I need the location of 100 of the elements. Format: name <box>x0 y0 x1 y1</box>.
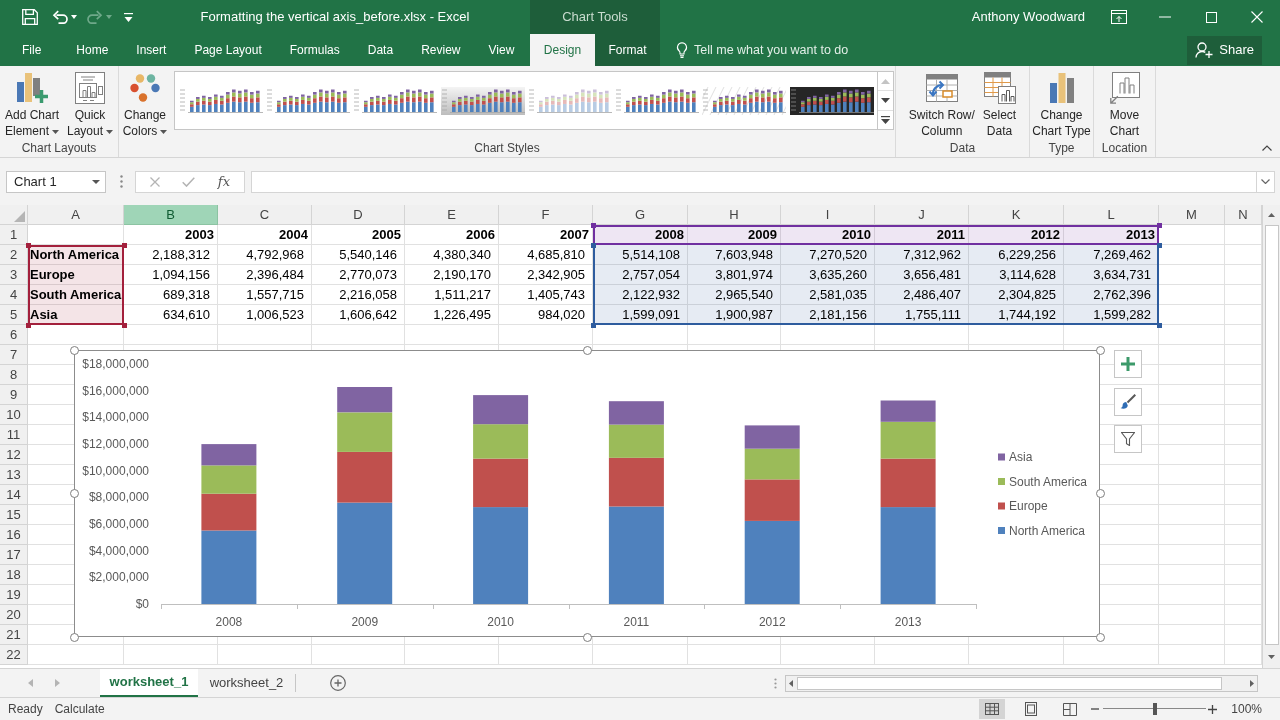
range-handle[interactable] <box>121 322 127 328</box>
chart-style-thumbnail-icon[interactable] <box>353 86 438 115</box>
sheet-tab[interactable]: worksheet_1 <box>100 669 198 697</box>
quick-layout-button[interactable]: Quick Layout <box>64 71 117 139</box>
row-header[interactable]: 15 <box>0 505 28 525</box>
ribbon-tab[interactable]: Home <box>62 34 123 66</box>
row-header[interactable]: 5 <box>0 305 28 325</box>
resize-handle[interactable] <box>1096 633 1105 642</box>
scroll-right-arrow-icon[interactable] <box>1250 679 1254 687</box>
range-handle[interactable] <box>25 242 31 248</box>
scroll-down-arrow-icon[interactable] <box>1268 655 1275 659</box>
row-header[interactable]: 4 <box>0 285 28 305</box>
column-header[interactable]: E <box>405 205 499 225</box>
row-header[interactable]: 7 <box>0 345 28 365</box>
resize-handle[interactable] <box>70 489 79 498</box>
column-header[interactable]: N <box>1225 205 1262 225</box>
ribbon-tab[interactable]: Design <box>530 34 595 66</box>
maximize-icon[interactable] <box>1205 11 1217 23</box>
resize-handle[interactable] <box>1096 346 1105 355</box>
row-header[interactable]: 16 <box>0 525 28 545</box>
column-header[interactable]: G <box>593 205 688 225</box>
row-header[interactable]: 14 <box>0 485 28 505</box>
save-icon[interactable] <box>22 9 38 25</box>
resize-handle[interactable] <box>70 633 79 642</box>
row-header[interactable]: 8 <box>0 365 28 385</box>
row-header[interactable]: 21 <box>0 625 28 645</box>
row-header[interactable]: 19 <box>0 585 28 605</box>
zoom-slider-thumb[interactable] <box>1152 703 1157 715</box>
chart-style-thumbnail-icon[interactable] <box>615 86 700 115</box>
range-handle[interactable] <box>1156 242 1162 248</box>
chart-elements-button[interactable] <box>1114 350 1142 378</box>
dropdown-caret-icon[interactable] <box>71 15 77 19</box>
column-header[interactable]: H <box>688 205 781 225</box>
ribbon-tab[interactable]: Insert <box>122 34 181 66</box>
resize-handle[interactable] <box>1096 489 1105 498</box>
collapse-ribbon-icon[interactable] <box>1262 145 1272 151</box>
grip-dots-icon[interactable] <box>774 677 777 689</box>
switch-row-column-button[interactable]: Switch Row/ Column <box>905 71 978 139</box>
zoom-in-icon[interactable] <box>1208 704 1218 714</box>
row-header[interactable]: 6 <box>0 325 28 345</box>
ribbon-tab[interactable]: Format <box>595 34 660 66</box>
scrollbar-thumb[interactable] <box>1264 225 1279 645</box>
row-header[interactable]: 3 <box>0 265 28 285</box>
row-header[interactable]: 22 <box>0 645 28 665</box>
row-header[interactable]: 2 <box>0 245 28 265</box>
ribbon-display-options-icon[interactable] <box>1111 10 1127 24</box>
ribbon-tab[interactable]: File <box>8 34 63 66</box>
chart-style-thumbnail-icon[interactable] <box>266 86 351 115</box>
chart-style-thumbnail-icon[interactable] <box>702 86 787 115</box>
range-handle[interactable] <box>25 322 31 328</box>
scrollbar-thumb[interactable] <box>797 676 1222 690</box>
ribbon-tab[interactable]: Review <box>407 34 475 66</box>
column-header[interactable]: L <box>1064 205 1159 225</box>
share-button[interactable]: Share <box>1187 35 1262 65</box>
chart-style-thumbnail-icon[interactable] <box>527 86 612 115</box>
name-box[interactable]: Chart 1 <box>6 170 106 193</box>
range-handle[interactable] <box>121 242 127 248</box>
select-data-button[interactable]: Select Data <box>979 71 1020 139</box>
column-header[interactable]: I <box>781 205 875 225</box>
resize-handle[interactable] <box>70 346 79 355</box>
chart-style-thumbnail-icon[interactable] <box>440 86 525 115</box>
row-header[interactable]: 10 <box>0 405 28 425</box>
chart-style-thumbnail-icon[interactable] <box>789 86 874 115</box>
range-handle[interactable] <box>590 242 596 248</box>
normal-view-button[interactable] <box>979 699 1006 719</box>
column-header[interactable]: D <box>312 205 405 225</box>
customize-toolbar-icon[interactable] <box>124 12 133 22</box>
dropdown-caret-icon[interactable] <box>160 129 168 134</box>
range-handle[interactable] <box>590 322 596 328</box>
row-header[interactable]: 20 <box>0 605 28 625</box>
zoom-slider[interactable] <box>1103 703 1207 715</box>
add-chart-element-button[interactable]: Add Chart Element <box>1 71 62 139</box>
change-colors-button[interactable]: Change Colors <box>119 71 171 139</box>
move-chart-button[interactable]: Move Chart <box>1106 71 1143 139</box>
sheet-tab[interactable]: worksheet_2 <box>198 674 296 692</box>
row-header[interactable]: 17 <box>0 545 28 565</box>
dropdown-caret-icon[interactable] <box>106 129 114 134</box>
row-header[interactable]: 18 <box>0 565 28 585</box>
scroll-left-arrow-icon[interactable] <box>789 679 793 687</box>
row-header[interactable]: 13 <box>0 465 28 485</box>
chart-filters-button[interactable] <box>1114 425 1142 453</box>
chart-styles-button[interactable] <box>1114 388 1142 416</box>
insert-function-button[interactable]: fx <box>217 175 230 188</box>
column-header[interactable]: J <box>875 205 969 225</box>
column-header[interactable]: K <box>969 205 1064 225</box>
vertical-scrollbar[interactable] <box>1262 205 1280 668</box>
row-header[interactable]: 9 <box>0 385 28 405</box>
tell-me-search-field[interactable]: Tell me what you want to do <box>694 40 864 60</box>
range-handle[interactable] <box>590 222 596 228</box>
column-header[interactable]: B <box>124 205 218 225</box>
range-handle[interactable] <box>1156 222 1162 228</box>
close-icon[interactable] <box>1251 11 1263 23</box>
horizontal-scrollbar[interactable] <box>785 674 1258 692</box>
gallery-more-icon[interactable] <box>881 115 891 124</box>
grip-dots-icon[interactable] <box>120 175 123 188</box>
column-header[interactable]: C <box>218 205 312 225</box>
ribbon-tab[interactable]: Page Layout <box>180 34 276 66</box>
range-handle[interactable] <box>1156 322 1162 328</box>
dropdown-caret-icon[interactable] <box>52 129 59 134</box>
ribbon-tab[interactable]: Formulas <box>275 34 354 66</box>
